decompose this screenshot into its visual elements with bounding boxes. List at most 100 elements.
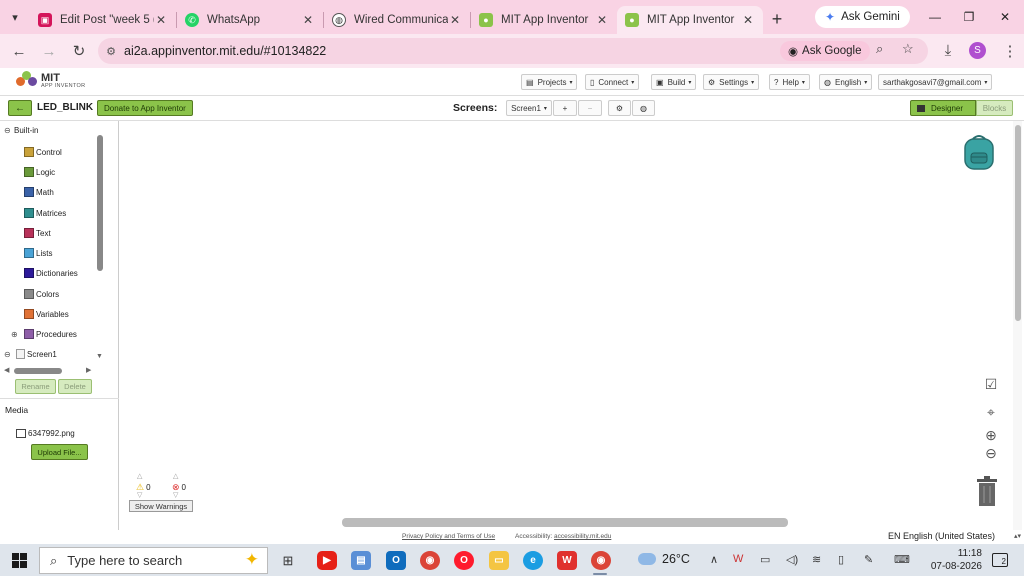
category-colors[interactable]: Colors — [24, 288, 59, 300]
download-icon[interactable]: ⤓ — [933, 42, 963, 59]
forward-arrow-icon[interactable]: → — [34, 43, 64, 60]
bookmark-star-icon[interactable]: ☆ — [902, 41, 914, 57]
tree-horizontal-scrollbar[interactable] — [14, 368, 62, 374]
cleanup-checklist-icon[interactable]: ☑ — [982, 376, 1000, 393]
media-file-item[interactable]: 6347992.png — [16, 429, 75, 438]
reload-icon[interactable]: ↻ — [64, 42, 94, 60]
add-screen-button[interactable]: + — [553, 100, 577, 116]
task-view-icon[interactable]: ⊞ — [278, 551, 298, 570]
category-text[interactable]: Text — [24, 227, 51, 239]
collapse-icon[interactable]: ⊖ — [4, 126, 12, 135]
close-icon[interactable]: ✕ — [448, 13, 462, 27]
build-menu[interactable]: ▣ Build ▾ — [651, 74, 697, 90]
designer-button[interactable]: Designer — [910, 100, 976, 116]
blocks-workspace[interactable] — [120, 121, 1013, 530]
battery-icon[interactable]: ▭ — [760, 553, 770, 566]
account-menu[interactable]: sarthakgosavi7@gmail.com ▾ — [878, 74, 993, 90]
builtin-tree-node[interactable]: ⊖ Built-in — [4, 126, 38, 135]
warning-next-icon[interactable]: ▽ — [137, 491, 142, 499]
donate-button[interactable]: Donate to App Inventor — [97, 100, 193, 116]
minimize-icon[interactable]: — — [918, 0, 952, 34]
rename-button[interactable]: Rename — [15, 379, 56, 394]
category-procedures[interactable]: ⊕ Procedures — [11, 328, 77, 340]
profile-avatar[interactable]: S — [969, 42, 986, 59]
remove-screen-button[interactable]: − — [578, 100, 602, 116]
opera-icon[interactable]: O — [454, 551, 474, 570]
back-arrow-icon[interactable]: ← — [4, 43, 34, 60]
delete-button[interactable]: Delete — [58, 379, 92, 394]
wifi-icon[interactable]: ≋ — [812, 553, 821, 566]
show-warnings-button[interactable]: Show Warnings — [129, 500, 193, 512]
blocks-button[interactable]: Blocks — [976, 100, 1013, 116]
weather-widget[interactable]: 26°C — [638, 552, 690, 566]
category-matrices[interactable]: Matrices — [24, 207, 66, 219]
close-icon[interactable]: ✕ — [595, 13, 609, 27]
preview-button[interactable]: ◍ — [632, 100, 655, 116]
wps-office-icon[interactable]: W — [557, 551, 577, 570]
error-prev-icon[interactable]: △ — [173, 472, 178, 480]
category-variables[interactable]: Variables — [24, 308, 69, 320]
address-bar[interactable]: ⚙ ai2a.appinventor.mit.edu/#10134822 ◉ As… — [98, 38, 928, 64]
language-select[interactable]: EN English (United States) — [888, 531, 995, 541]
browser-tab-active[interactable]: ● MIT App Inventor ✕ — [617, 6, 763, 34]
edge-icon[interactable]: e — [523, 551, 543, 570]
youtube-icon[interactable]: ▶ — [317, 551, 337, 570]
browser-tab[interactable]: ▣ Edit Post "week 5 (N ✕ — [30, 6, 176, 34]
file-explorer-icon[interactable]: ▭ — [489, 551, 509, 570]
system-clock[interactable]: 11:18 07-08-2026 — [922, 547, 982, 573]
scroll-down-icon[interactable]: ▼ — [96, 353, 103, 360]
browser-tab[interactable]: ◍ Wired Communicati ✕ — [324, 6, 470, 34]
restore-icon[interactable]: ❐ — [952, 0, 986, 34]
chrome-icon[interactable]: ◉ — [420, 551, 440, 570]
privacy-policy-link[interactable]: Privacy Policy and Terms of Use — [402, 533, 495, 540]
tab-search-icon[interactable]: ▾ — [0, 0, 30, 34]
speaker-icon[interactable]: ◁) — [786, 553, 798, 566]
category-dictionaries[interactable]: Dictionaries — [24, 267, 78, 279]
recenter-icon[interactable]: ⌖ — [982, 404, 1000, 421]
collapse-icon[interactable]: ⊖ — [4, 350, 12, 359]
category-math[interactable]: Math — [24, 186, 54, 198]
close-icon[interactable]: ✕ — [301, 13, 315, 27]
language-menu[interactable]: ◍ English ▾ — [819, 74, 873, 90]
close-icon[interactable]: ✕ — [154, 13, 168, 27]
show-hidden-icons-icon[interactable]: ∧ — [710, 553, 718, 566]
error-next-icon[interactable]: ▽ — [173, 491, 178, 499]
workspace-horizontal-scrollbar[interactable] — [342, 518, 788, 527]
accessibility-link[interactable]: accessibility.mit.edu — [554, 533, 611, 540]
notification-center-icon[interactable]: 2 — [992, 553, 1008, 567]
browser-tab[interactable]: ● MIT App Inventor ✕ — [471, 6, 617, 34]
close-icon[interactable]: ✕ — [741, 13, 755, 27]
screen-selector[interactable]: Screen1 ▾ — [506, 100, 552, 116]
back-to-projects-button[interactable]: ← — [8, 100, 32, 116]
projects-menu[interactable]: ▤ Projects ▾ — [521, 74, 578, 90]
scroll-right-icon[interactable]: ▶ — [86, 366, 91, 374]
expand-icon[interactable]: ⊕ — [11, 330, 18, 339]
warning-prev-icon[interactable]: △ — [137, 472, 142, 480]
input-language-icon[interactable]: ⌨ — [894, 553, 910, 566]
taskbar-search-box[interactable]: ⌕ Type here to search ✦ — [39, 547, 268, 574]
pen-icon[interactable]: ✎ — [864, 553, 873, 566]
workspace-vertical-scrollbar[interactable] — [1013, 121, 1022, 530]
new-tab-button[interactable]: + — [763, 9, 791, 30]
scroll-left-icon[interactable]: ◀ — [4, 366, 9, 374]
more-menu-icon[interactable]: ⋮ — [995, 42, 1024, 60]
outlook-icon[interactable]: O — [386, 551, 406, 570]
help-menu[interactable]: ? Help ▾ — [769, 74, 810, 90]
project-properties-button[interactable]: ⚙ — [608, 100, 631, 116]
site-info-icon[interactable]: ⚙ — [98, 45, 124, 58]
zoom-in-icon[interactable]: ⊕ — [982, 427, 1000, 444]
settings-menu[interactable]: ⚙ Settings ▾ — [703, 74, 760, 90]
phone-link-icon[interactable]: ▯ — [838, 553, 844, 566]
category-lists[interactable]: Lists — [24, 247, 52, 259]
zoom-icon[interactable]: ⌕ — [876, 41, 883, 57]
upload-file-button[interactable]: Upload File... — [31, 444, 88, 460]
screen1-tree-node[interactable]: ⊖ Screen1 — [4, 349, 57, 359]
trash-icon[interactable] — [976, 476, 998, 506]
browser-tab[interactable]: ✆ WhatsApp ✕ — [177, 6, 323, 34]
connect-menu[interactable]: ▯ Connect ▾ — [585, 74, 640, 90]
ask-gemini-button[interactable]: ✦ Ask Gemini — [815, 6, 910, 28]
wps-tray-icon[interactable]: W — [733, 553, 743, 565]
url-text[interactable]: ai2a.appinventor.mit.edu/#10134822 — [124, 44, 326, 58]
app-inventor-logo[interactable]: MIT APP INVENTOR — [16, 71, 85, 91]
ask-google-button[interactable]: ◉ Ask Google — [780, 41, 870, 61]
